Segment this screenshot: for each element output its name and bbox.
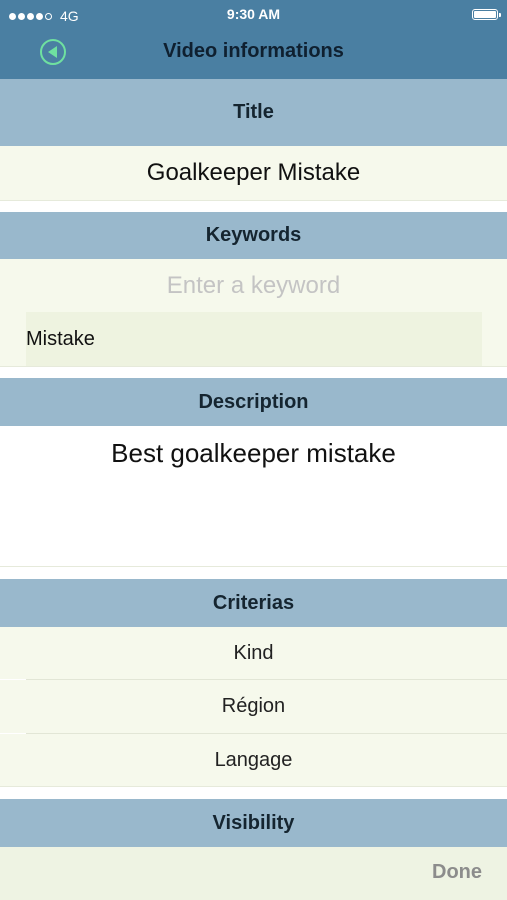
criteria-item-kind[interactable]: Kind xyxy=(0,627,507,679)
keyword-item[interactable]: Mistake xyxy=(26,312,482,366)
description-section-header: Description xyxy=(0,378,507,426)
criteria-item-region[interactable]: Région xyxy=(0,680,507,733)
keywords-section-header: Keywords xyxy=(0,212,507,259)
visibility-section-header: Visibility xyxy=(0,799,507,847)
title-field[interactable]: Goalkeeper Mistake xyxy=(0,146,507,200)
done-button[interactable]: Done xyxy=(432,861,482,884)
keyboard-toolbar: Done xyxy=(0,847,507,900)
criterias-section-header: Criterias xyxy=(0,579,507,627)
status-time: 9:30 AM xyxy=(226,6,281,22)
description-field[interactable]: Best goalkeeper mistake xyxy=(0,426,507,566)
keyword-input[interactable]: Enter a keyword xyxy=(0,259,507,312)
battery-icon xyxy=(472,9,501,20)
keyword-list: Mistake xyxy=(0,312,507,366)
divider xyxy=(0,200,507,201)
divider xyxy=(0,366,507,367)
divider xyxy=(0,566,507,567)
title-section-header: Title xyxy=(0,79,507,146)
criteria-item-langage[interactable]: Langage xyxy=(0,734,507,786)
status-bar: 4G 9:30 AM xyxy=(0,0,507,28)
navigation-bar: 4G 9:30 AM Video informations xyxy=(0,0,507,79)
page-title: Video informations xyxy=(163,40,344,62)
divider xyxy=(0,786,507,787)
